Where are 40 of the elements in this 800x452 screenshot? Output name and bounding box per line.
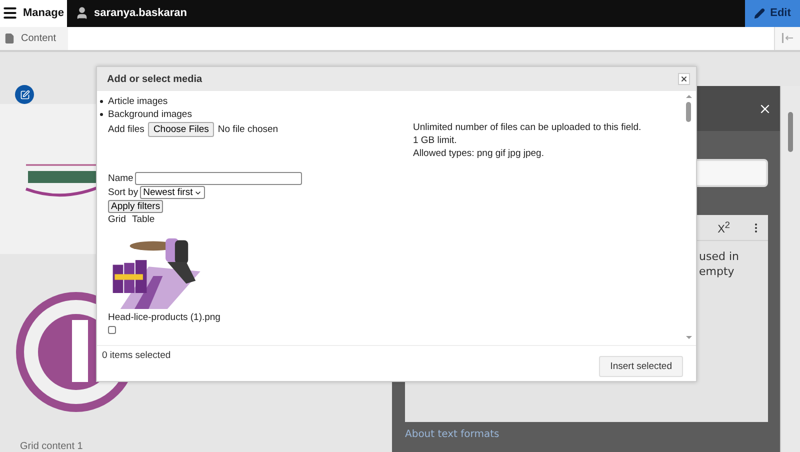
view-link[interactable]: Table	[132, 214, 155, 225]
help-text: Unlimited number of files can be uploaded to this field.	[413, 122, 642, 134]
close-button[interactable]	[678, 73, 690, 85]
help-text: 1 GB limit.	[413, 135, 458, 147]
media-type-link[interactable]: Background images	[108, 109, 192, 120]
user-icon	[75, 6, 89, 20]
dialog-title: Add or select media	[107, 74, 202, 84]
collapse-tray-button[interactable]	[774, 26, 800, 50]
tray-tab[interactable]: Content	[0, 26, 68, 50]
manage-tab[interactable]: Manage	[0, 0, 67, 27]
editor-text: used in	[699, 249, 740, 264]
add-files-label: Add files	[108, 124, 144, 135]
pencil-icon	[754, 8, 766, 19]
menu-icon	[2, 5, 18, 22]
manage-label: Manage	[23, 7, 64, 20]
media-type-link[interactable]: Article images	[108, 96, 168, 107]
help-text: Allowed types: png gif jpg jpeg.	[413, 148, 545, 160]
view-link[interactable]: Grid	[108, 214, 126, 225]
superscript-button[interactable]: X$^{2}$	[718, 220, 730, 236]
file-name: Head-lice-products (1).png	[108, 312, 220, 323]
bullet-icon	[100, 113, 103, 116]
grid-label: Grid content 1	[20, 441, 84, 452]
name-field[interactable]	[135, 172, 302, 185]
edit-button[interactable]: Edit	[745, 0, 800, 27]
file-status: No file chosen	[218, 124, 278, 135]
collapse-icon	[782, 33, 794, 44]
sort-label: Sort by	[108, 187, 138, 198]
user-name[interactable]: saranya.baskaran	[94, 7, 187, 20]
apply-filters-button[interactable]: Apply filters	[108, 200, 164, 213]
editor-text: empty	[699, 264, 736, 279]
selection-count: 0 items selected	[102, 350, 171, 361]
choose-files-button[interactable]: Choose Files	[148, 122, 214, 137]
insert-selected-button[interactable]: Insert selected	[599, 356, 683, 377]
close-icon	[680, 75, 688, 83]
sort-select[interactable]: Newest first	[140, 186, 205, 199]
edit-icon[interactable]	[15, 85, 34, 104]
select-checkbox[interactable]	[108, 326, 116, 334]
bullet-icon	[100, 100, 103, 103]
name-label: Name	[108, 173, 134, 184]
document-icon	[4, 32, 15, 44]
